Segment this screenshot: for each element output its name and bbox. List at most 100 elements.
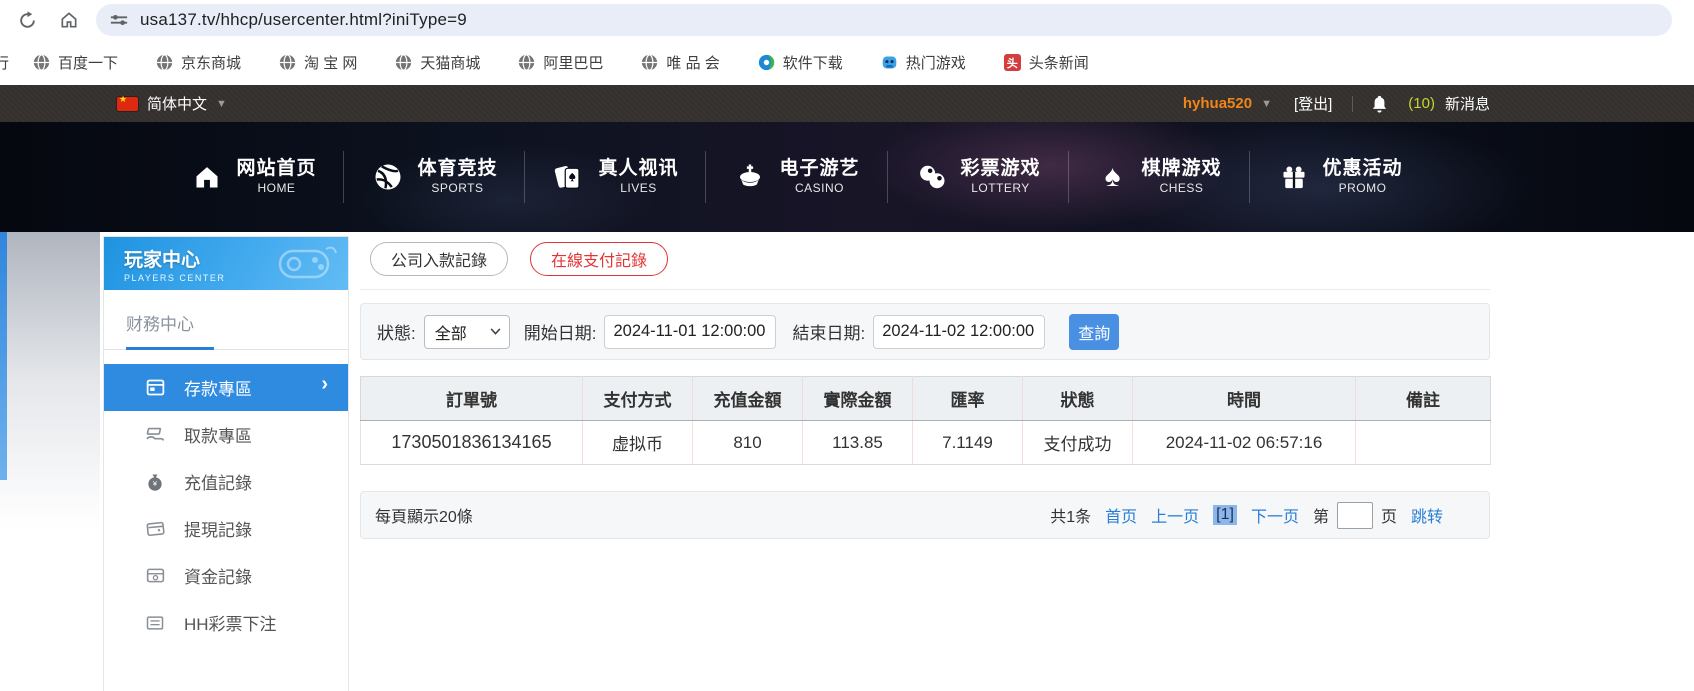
lottery-balls-icon [915, 160, 949, 194]
jump-link[interactable]: 跳转 [1411, 503, 1443, 527]
jump-label-pre: 第 [1313, 503, 1329, 527]
sidebar-item-withdrawal-record[interactable]: 提現記錄 [104, 505, 348, 552]
gift-icon [1277, 160, 1311, 194]
address-bar[interactable]: usa137.tv/hhcp/usercenter.html?iniType=9 [96, 4, 1672, 36]
col-order-no: 訂單號 [361, 377, 583, 421]
globe-icon [33, 54, 50, 71]
section-divider [104, 349, 348, 350]
globe-icon [156, 54, 173, 71]
bookmark-alibaba[interactable]: 阿里巴巴 [518, 52, 603, 73]
main-nav: 网站首页HOME 体育竞技SPORTS 真人视讯LIVES 电子游艺CASINO… [0, 122, 1694, 232]
username[interactable]: hyhua520 [1183, 95, 1252, 112]
cell-time: 2024-11-02 06:57:16 [1133, 421, 1356, 465]
bell-icon[interactable] [1371, 95, 1388, 113]
bookmark-toutiao[interactable]: 头 头条新闻 [1004, 52, 1089, 73]
message-link[interactable]: 新消息 [1445, 93, 1490, 114]
nav-item-sports[interactable]: 体育竞技SPORTS [344, 151, 525, 203]
players-center-sidebar: 玩家中心 PLAYERS CENTER 财務中心 存款專區 › [103, 236, 349, 691]
end-date-label: 結束日期: [792, 319, 865, 344]
reload-button[interactable] [12, 5, 42, 35]
chevron-down-icon [490, 328, 501, 335]
bookmarks-bar: 行 百度一下 京东商城 淘 宝 网 天猫商城 阿里巴巴 唯 品 会 软件下载 热… [0, 40, 1694, 85]
record-tabs: 公司入款記錄 在線支付記錄 [360, 232, 1490, 276]
bookmark-games[interactable]: 热门游戏 [881, 52, 966, 73]
finance-center-heading: 财務中心 [104, 290, 348, 345]
sidebar-item-deposit-zone[interactable]: 存款專區 › [104, 364, 348, 411]
wallet-icon [144, 518, 166, 540]
bookmark-jd[interactable]: 京东商城 [156, 52, 241, 73]
list-icon [144, 612, 166, 634]
col-payment-method: 支付方式 [583, 377, 693, 421]
logout-link[interactable]: [登出] [1294, 93, 1332, 114]
software-download-icon [758, 54, 775, 71]
search-button[interactable]: 查詢 [1069, 314, 1119, 350]
browser-toolbar: usa137.tv/hhcp/usercenter.html?iniType=9 [0, 0, 1694, 40]
game-robot-icon [881, 54, 898, 71]
page-number-input[interactable] [1337, 502, 1373, 529]
page-size-label: 每頁顯示20條 [375, 503, 473, 527]
tab-online-payment-record[interactable]: 在線支付記錄 [530, 242, 668, 276]
moneybag-icon: ¥ [144, 471, 166, 493]
user-topbar: 简体中文 ▼ hyhua520 ▼ [登出] (10) 新消息 [0, 85, 1694, 122]
col-status: 狀態 [1023, 377, 1133, 421]
globe-icon [641, 54, 658, 71]
message-count[interactable]: (10) [1408, 95, 1435, 112]
cell-actual-amount: 113.85 [803, 421, 913, 465]
bookmark-vip[interactable]: 唯 品 会 [641, 52, 719, 73]
home-button[interactable] [54, 5, 84, 35]
col-recharge-amount: 充值金額 [693, 377, 803, 421]
status-select[interactable]: 全部 [424, 315, 510, 349]
deposit-icon [144, 377, 166, 399]
bookmark-software[interactable]: 软件下载 [758, 52, 843, 73]
background-blue-strip [0, 232, 7, 480]
next-page-link[interactable]: 下一页 [1251, 503, 1299, 527]
payment-records-table: 訂單號 支付方式 充值金額 實際金額 匯率 狀態 時間 備註 173050183… [360, 376, 1491, 465]
sidebar-menu: 存款專區 › 取款專區 ¥ 充值記錄 提現記錄 [104, 364, 348, 646]
col-time: 時間 [1133, 377, 1356, 421]
end-date-input[interactable] [873, 315, 1045, 349]
total-count: 共1条 [1050, 503, 1091, 527]
bookmark-cutoff[interactable]: 行 [0, 52, 9, 73]
sidebar-item-withdraw-zone[interactable]: 取款專區 [104, 411, 348, 458]
bookmark-taobao[interactable]: 淘 宝 网 [279, 52, 357, 73]
spade-icon: ♠ [1096, 160, 1130, 194]
table-header-row: 訂單號 支付方式 充值金額 實際金額 匯率 狀態 時間 備註 [361, 377, 1491, 421]
sidebar-header: 玩家中心 PLAYERS CENTER [104, 237, 348, 290]
current-page-indicator: [1] [1213, 505, 1237, 525]
divider [1352, 96, 1353, 112]
nav-item-promo[interactable]: 优惠活动PROMO [1250, 151, 1430, 203]
language-selector[interactable]: 简体中文 [147, 93, 207, 114]
first-page-link[interactable]: 首页 [1105, 503, 1137, 527]
sidebar-item-funds-record[interactable]: 資金記錄 [104, 552, 348, 599]
sidebar-item-lottery-bets[interactable]: HH彩票下注 [104, 599, 348, 646]
nav-item-lottery[interactable]: 彩票游戏LOTTERY [888, 151, 1069, 203]
tab-company-deposit-record[interactable]: 公司入款記錄 [370, 242, 508, 276]
sidebar-item-recharge-record[interactable]: ¥ 充值記錄 [104, 458, 348, 505]
background-decor [0, 232, 100, 562]
nav-item-home[interactable]: 网站首页HOME [163, 151, 344, 203]
bookmark-baidu[interactable]: 百度一下 [33, 52, 118, 73]
globe-icon [518, 54, 535, 71]
cards-icon [552, 160, 586, 194]
nav-item-casino[interactable]: 电子游艺CASINO [706, 151, 887, 203]
table-row: 1730501836134165 虚拟币 810 113.85 7.1149 支… [361, 421, 1491, 465]
main-panel: 公司入款記錄 在線支付記錄 狀態: 全部 開始日期: 結束日期: 查詢 訂單號 [360, 232, 1490, 691]
bookmark-tmall[interactable]: 天猫商城 [395, 52, 480, 73]
language-caret-icon[interactable]: ▼ [216, 98, 227, 110]
user-caret-icon[interactable]: ▼ [1261, 98, 1272, 110]
chevron-right-icon: › [321, 373, 328, 396]
globe-icon [279, 54, 296, 71]
cell-payment-method: 虚拟币 [583, 421, 693, 465]
col-remark: 備註 [1356, 377, 1491, 421]
cell-status: 支付成功 [1023, 421, 1133, 465]
col-exchange-rate: 匯率 [913, 377, 1023, 421]
nav-item-lives[interactable]: 真人视讯LIVES [525, 151, 706, 203]
prev-page-link[interactable]: 上一页 [1151, 503, 1199, 527]
start-date-input[interactable] [604, 315, 776, 349]
gamepad-graphic [262, 243, 340, 287]
nav-item-chess[interactable]: ♠ 棋牌游戏CHESS [1069, 151, 1250, 203]
site-info-icon[interactable] [110, 13, 128, 27]
cell-exchange-rate: 7.1149 [913, 421, 1023, 465]
jump-label-post: 页 [1381, 503, 1397, 527]
cell-recharge-amount: 810 [693, 421, 803, 465]
